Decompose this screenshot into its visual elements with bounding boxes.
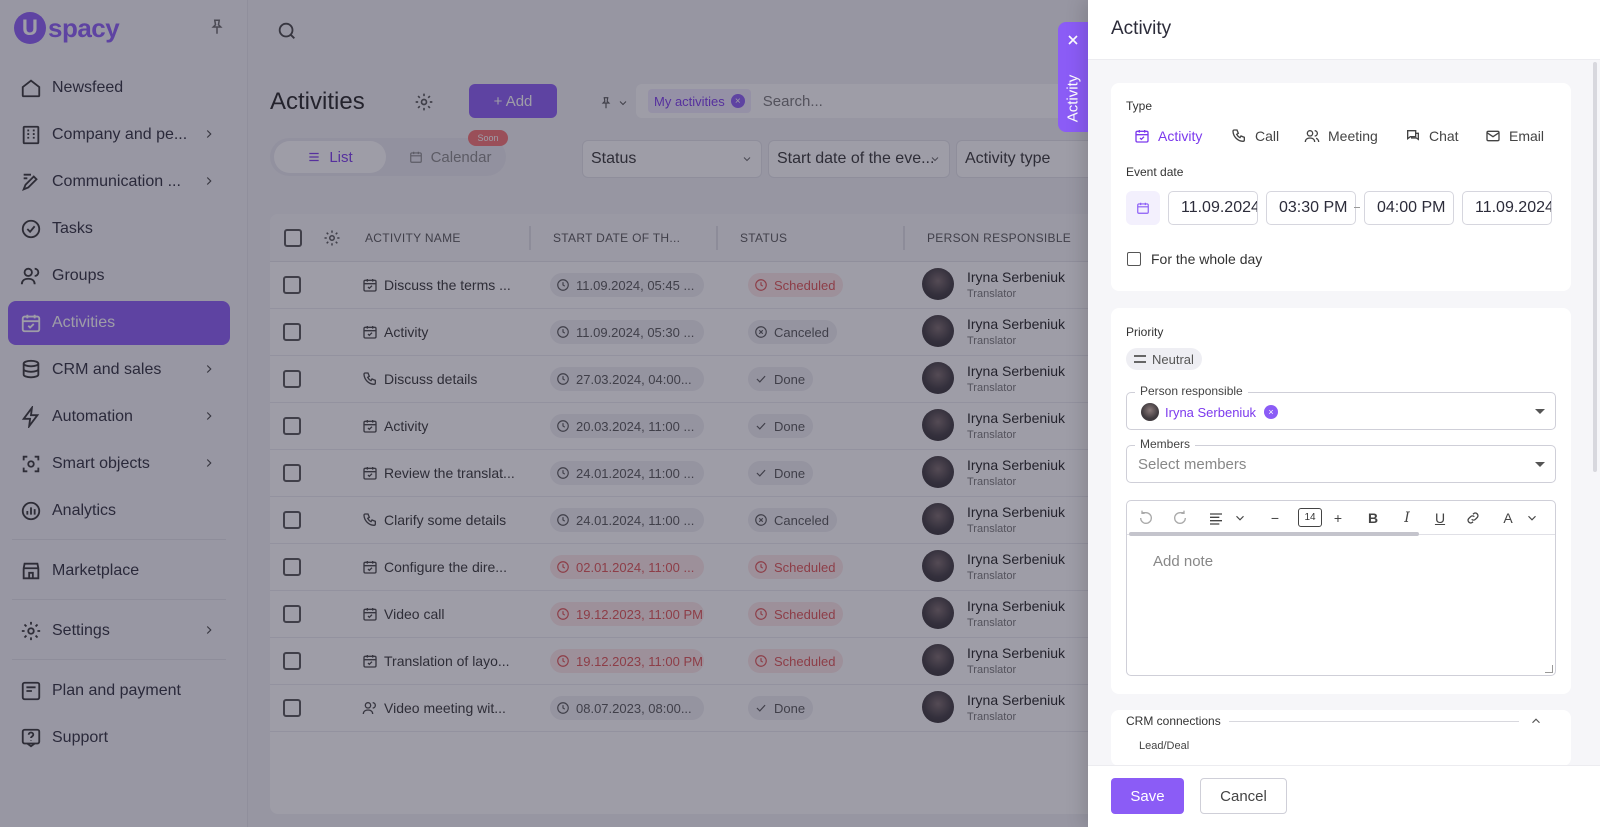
person-responsible-label: Person responsible [1135,384,1248,398]
person-chip-name: Iryna Serbeniuk [1165,404,1257,420]
calendar-icon [1137,202,1149,214]
toolbar-scrollbar[interactable] [1129,532,1419,536]
calendar-check-icon [1135,130,1149,143]
whole-day-label: For the whole day [1151,251,1263,267]
priority-label: Priority [1126,325,1164,339]
type-option-chat[interactable]: Chat [1405,128,1459,144]
italic-icon[interactable]: I [1398,509,1416,527]
type-option-call[interactable]: Call [1231,128,1279,144]
type-option-label: Activity [1158,128,1203,144]
bold-icon[interactable]: B [1364,509,1382,527]
text-color-icon[interactable]: A [1499,509,1517,527]
close-icon[interactable]: × [1264,405,1279,419]
side-tab-label: Activity [1064,74,1082,123]
users-icon [1304,130,1320,143]
increase-font-icon[interactable]: + [1329,509,1347,527]
type-date-card: Type Activity Call Meeting Chat Email Ev… [1111,83,1571,291]
end-time-input[interactable]: 04:00 PM [1364,191,1454,225]
close-icon[interactable] [1065,32,1081,48]
dropdown-arrow-icon[interactable] [1535,462,1545,467]
note-placeholder[interactable]: Add note [1153,553,1213,570]
type-option-email[interactable]: Email [1485,128,1544,144]
person-responsible-select[interactable]: Person responsible Iryna Serbeniuk × [1126,384,1556,430]
drawer-scrollbar[interactable] [1593,62,1597,472]
note-editor: − 14 + B I U A Add note [1126,500,1556,676]
align-icon[interactable] [1207,509,1225,527]
type-label: Type [1126,99,1153,113]
type-option-label: Email [1509,128,1545,144]
members-placeholder: Select members [1138,456,1247,473]
details-card: Priority Neutral Person responsible Iryn… [1111,308,1571,694]
save-button[interactable]: Save [1111,778,1184,814]
avatar [1141,403,1159,421]
chevron-up-icon[interactable] [1529,714,1543,728]
lead-deal-label: Lead/Deal [1139,740,1190,752]
type-option-label: Chat [1429,128,1459,144]
redo-icon[interactable] [1171,509,1189,527]
divider [1229,721,1519,722]
event-date-label: Event date [1126,165,1184,179]
chevron-down-icon[interactable] [1523,509,1541,527]
decrease-font-icon[interactable]: − [1266,509,1284,527]
mail-icon [1486,130,1500,142]
phone-icon [1232,129,1245,143]
type-option-activity[interactable]: Activity [1134,128,1202,144]
priority-value: Neutral [1152,351,1194,367]
editor-toolbar: − 14 + B I U A [1127,501,1555,536]
members-select[interactable]: Members Select members [1126,437,1556,483]
cancel-button[interactable]: Cancel [1200,778,1287,814]
type-option-label: Meeting [1328,128,1378,144]
type-option-label: Call [1255,128,1280,144]
start-time-input[interactable]: 03:30 PM [1266,191,1356,225]
end-date-input[interactable]: 11.09.2024 [1462,191,1552,225]
drawer-header: Activity [1088,0,1600,60]
underline-icon[interactable]: U [1431,509,1449,527]
whole-day-checkbox[interactable] [1127,252,1141,266]
start-date-input[interactable]: 11.09.2024 [1168,191,1258,225]
drawer-title: Activity [1111,18,1172,39]
range-dash [1354,207,1360,208]
chevron-down-icon[interactable] [1231,509,1249,527]
chat-icon [1407,130,1419,141]
drawer-footer: Save Cancel [1088,765,1600,827]
type-option-meeting[interactable]: Meeting [1304,128,1378,144]
undo-icon[interactable] [1137,509,1155,527]
members-label: Members [1135,437,1196,451]
person-chip[interactable]: Iryna Serbeniuk × [1141,402,1279,422]
font-size-input[interactable]: 14 [1298,508,1322,527]
crm-connections-card: CRM connections Lead/Deal [1111,710,1571,766]
dropdown-arrow-icon[interactable] [1535,409,1545,414]
resize-handle[interactable] [1545,665,1553,673]
priority-chip[interactable]: Neutral [1126,348,1202,370]
calendar-button[interactable] [1126,191,1160,225]
equals-icon [1134,355,1146,363]
crm-connections-label: CRM connections [1126,714,1221,728]
link-icon[interactable] [1464,509,1482,527]
drawer-side-tab[interactable]: Activity [1058,22,1088,132]
